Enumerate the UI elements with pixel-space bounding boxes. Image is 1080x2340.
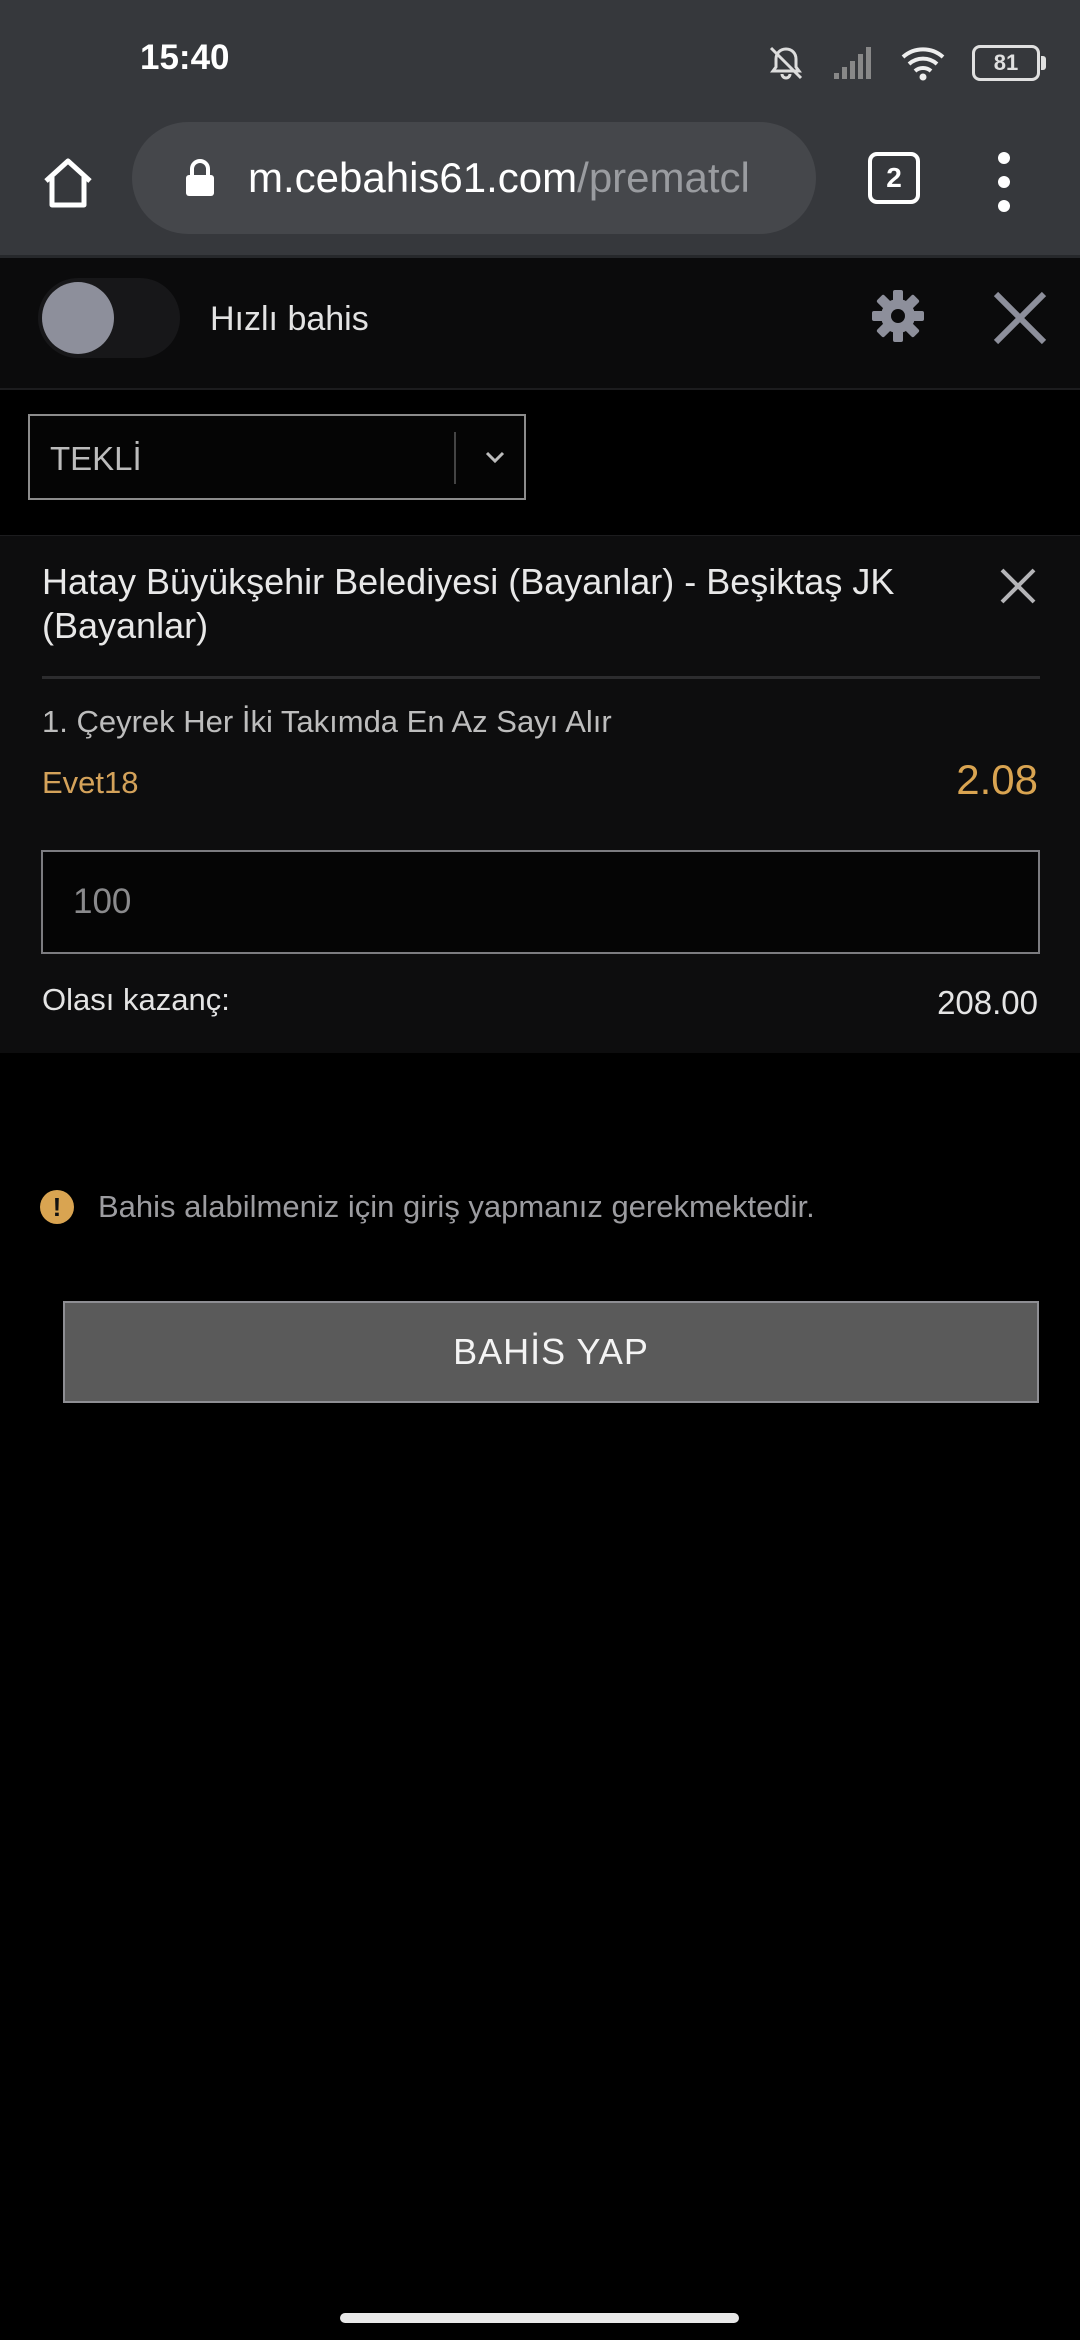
stake-input[interactable] bbox=[41, 850, 1040, 954]
remove-bet-icon[interactable] bbox=[996, 564, 1040, 608]
mute-bell-icon bbox=[769, 46, 803, 80]
warning-icon: ! bbox=[40, 1190, 74, 1224]
quick-bet-toggle[interactable] bbox=[38, 278, 180, 358]
home-icon[interactable] bbox=[38, 153, 98, 213]
more-menu-icon[interactable] bbox=[990, 152, 1018, 212]
card-divider bbox=[42, 676, 1040, 679]
status-bar: 15:40 81 bbox=[0, 0, 1080, 120]
status-icons: 81 bbox=[766, 40, 1046, 86]
place-bet-button[interactable]: BAHİS YAP bbox=[63, 1301, 1039, 1403]
login-notice: ! Bahis alabilmeniz için giriş yapmanız … bbox=[40, 1187, 815, 1227]
url-text: m.cebahis61.com/prematcl bbox=[248, 154, 750, 202]
notice-text: Bahis alabilmeniz için giriş yapmanız ge… bbox=[98, 1189, 815, 1224]
potential-win-value: 208.00 bbox=[937, 984, 1038, 1021]
toggle-knob bbox=[42, 282, 114, 354]
url-path: /prematcl bbox=[577, 154, 750, 201]
bet-type-area: TEKLİ bbox=[0, 390, 1080, 537]
market-name: 1. Çeyrek Her İki Takımda En Az Sayı Alı… bbox=[42, 704, 612, 739]
url-domain: m.cebahis61.com bbox=[248, 154, 578, 201]
signal-icon bbox=[834, 47, 871, 79]
gesture-bar[interactable] bbox=[340, 2313, 739, 2323]
wifi-icon bbox=[901, 47, 945, 81]
bet-type-value: TEKLİ bbox=[50, 440, 142, 477]
select-divider bbox=[454, 432, 456, 484]
tabs-icon[interactable]: 2 bbox=[868, 152, 920, 204]
lock-icon bbox=[186, 159, 214, 196]
betslip-header: Hızlı bahis bbox=[0, 258, 1080, 390]
quick-bet-label: Hızlı bahis bbox=[210, 300, 369, 338]
battery-icon: 81 bbox=[972, 45, 1046, 81]
selection-name: Evet18 bbox=[42, 765, 139, 800]
battery-level: 81 bbox=[993, 50, 1019, 75]
chevron-down-icon bbox=[485, 451, 505, 464]
potential-win-label: Olası kazanç: bbox=[42, 982, 230, 1017]
browser-toolbar: m.cebahis61.com/prematcl 2 bbox=[0, 120, 1080, 258]
match-title: Hatay Büyükşehir Belediyesi (Bayanlar) -… bbox=[42, 561, 895, 646]
url-bar[interactable]: m.cebahis61.com/prematcl bbox=[132, 122, 816, 234]
status-time: 15:40 bbox=[140, 38, 230, 77]
bet-card: Hatay Büyükşehir Belediyesi (Bayanlar) -… bbox=[0, 536, 1080, 1053]
gear-icon[interactable] bbox=[870, 288, 926, 344]
odds-value: 2.08 bbox=[956, 756, 1038, 803]
bet-type-select[interactable]: TEKLİ bbox=[28, 414, 526, 500]
tab-count: 2 bbox=[886, 162, 902, 193]
close-icon[interactable] bbox=[990, 288, 1050, 348]
